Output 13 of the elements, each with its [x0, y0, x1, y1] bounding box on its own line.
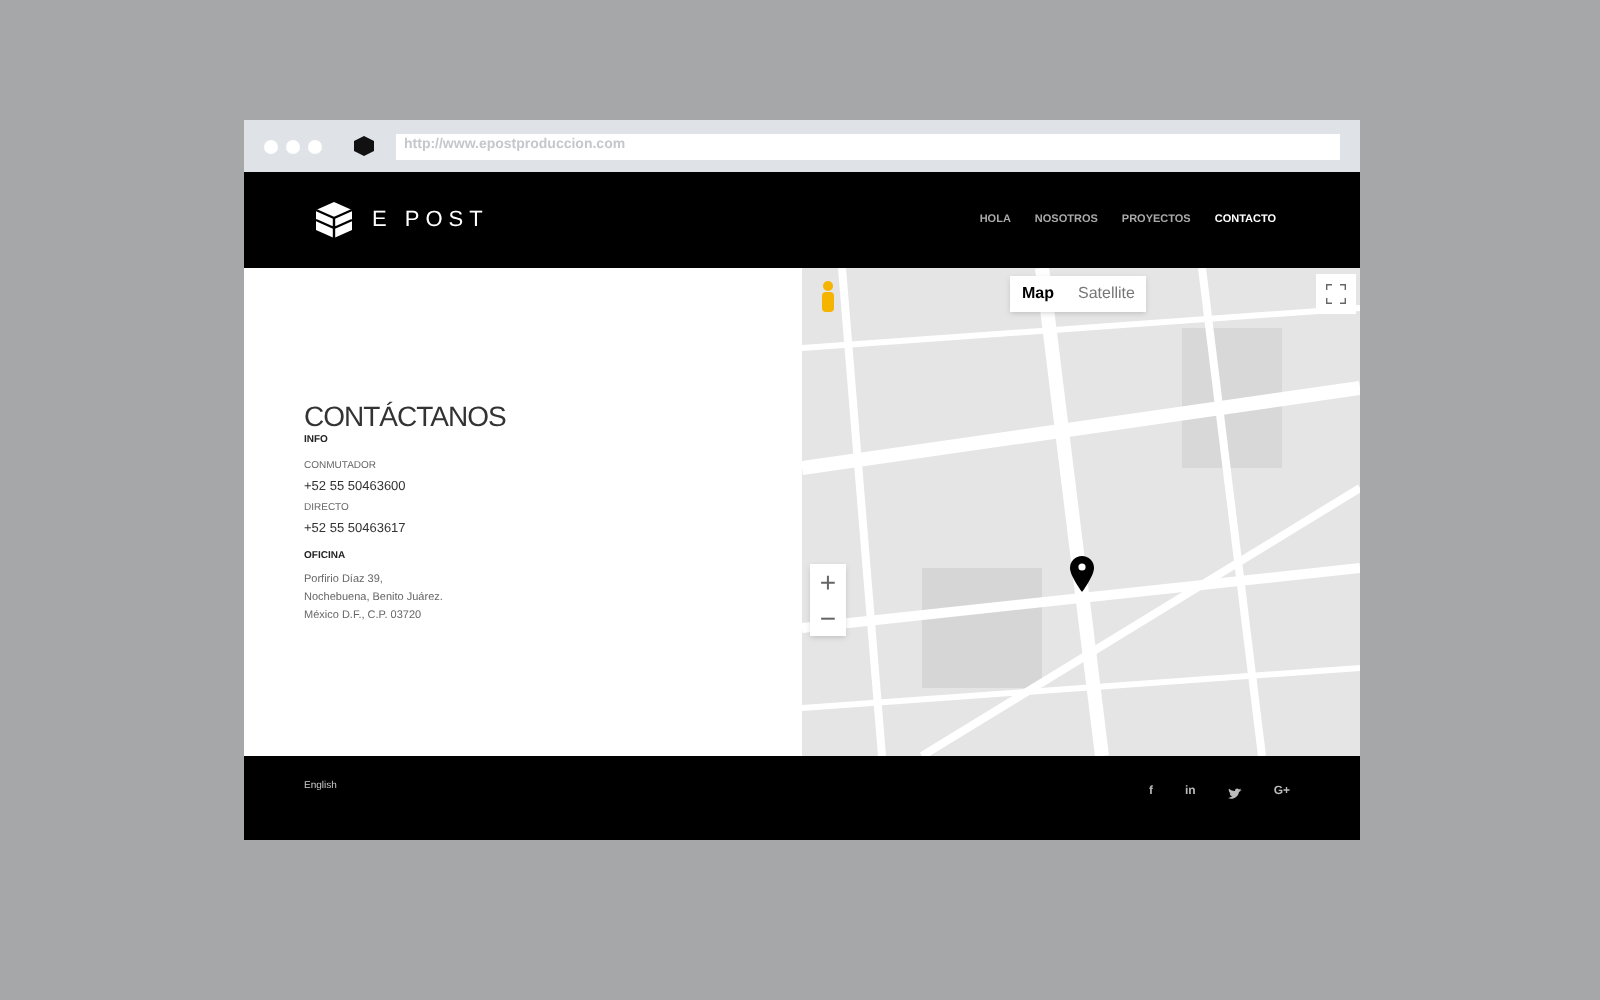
zoom-in-button[interactable]: +	[810, 564, 846, 600]
map-pin-icon	[1070, 556, 1094, 592]
pegman-icon[interactable]	[816, 280, 840, 312]
logo-text: E POST	[372, 205, 489, 236]
cube-logo-icon	[314, 200, 354, 240]
map-type-tab[interactable]: Map	[1010, 276, 1066, 312]
bird-icon[interactable]	[1227, 787, 1242, 799]
map-type-tab[interactable]: Satellite	[1066, 276, 1147, 312]
zoom-out-button[interactable]: −	[810, 600, 846, 636]
cube-icon	[354, 136, 374, 156]
fullscreen-button[interactable]	[1316, 274, 1356, 314]
fullscreen-icon	[1326, 284, 1346, 304]
contact-title: CONTÁCTANOS	[304, 400, 506, 432]
